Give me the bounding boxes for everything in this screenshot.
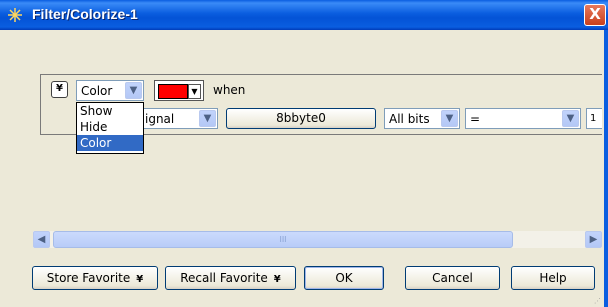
action-select-value: Color xyxy=(81,84,113,98)
scroll-right-icon[interactable]: ▶ xyxy=(585,231,602,248)
signal-name-button[interactable]: 8bbyte0 xyxy=(226,108,376,129)
double-chevron-icon: ¥ xyxy=(56,83,63,94)
horizontal-scrollbar[interactable]: ◀ III ▶ xyxy=(33,231,602,248)
grip-icon: III xyxy=(279,235,287,244)
store-favorite-label: Store Favorite xyxy=(46,271,131,285)
color-picker[interactable]: ▼ xyxy=(154,80,204,101)
help-button[interactable]: Help xyxy=(511,266,595,290)
cancel-button[interactable]: Cancel xyxy=(405,266,500,290)
dropdown-option-color[interactable]: Color xyxy=(77,135,143,151)
resize-grip-icon[interactable]: ⋰ xyxy=(594,297,602,305)
action-dropdown-list[interactable]: Show Hide Color xyxy=(76,102,144,154)
color-swatch xyxy=(158,84,188,99)
scroll-left-icon[interactable]: ◀ xyxy=(33,231,50,248)
bits-select[interactable]: All bits ▼ xyxy=(384,108,460,129)
recall-favorite-label: Recall Favorite xyxy=(180,271,268,285)
scroll-thumb[interactable]: III xyxy=(53,231,513,248)
store-favorite-button[interactable]: Store Favorite ¥ xyxy=(32,266,158,290)
close-button[interactable]: X xyxy=(584,4,606,26)
source-select-value: ignal xyxy=(145,112,175,126)
dropdown-option-show[interactable]: Show xyxy=(77,103,143,119)
close-icon: X xyxy=(589,5,601,23)
app-icon xyxy=(8,8,22,22)
action-select[interactable]: Color ▼ xyxy=(76,80,144,101)
ok-button[interactable]: OK xyxy=(304,266,384,290)
value-field[interactable]: 1 xyxy=(586,108,602,129)
chevron-down-icon[interactable]: ▼ xyxy=(125,82,142,99)
expand-toggle-button[interactable]: ¥ xyxy=(51,81,68,98)
operator-select-value: = xyxy=(470,112,481,126)
dropdown-option-hide[interactable]: Hide xyxy=(77,119,143,135)
chevron-down-icon[interactable]: ▼ xyxy=(188,84,201,99)
bits-select-value: All bits xyxy=(389,112,430,126)
chevron-down-icon[interactable]: ▼ xyxy=(199,110,216,127)
window-title: Filter/Colorize-1 xyxy=(32,6,138,22)
chevron-down-icon[interactable]: ▼ xyxy=(441,110,458,127)
double-chevron-down-icon: ¥ xyxy=(273,274,281,285)
when-label: when xyxy=(213,83,246,97)
recall-favorite-button[interactable]: Recall Favorite ¥ xyxy=(165,266,296,290)
chevron-down-icon[interactable]: ▼ xyxy=(562,110,579,127)
operator-select[interactable]: = ▼ xyxy=(465,108,581,129)
title-bar[interactable]: Filter/Colorize-1 X xyxy=(0,0,608,30)
double-chevron-down-icon: ¥ xyxy=(136,274,144,285)
